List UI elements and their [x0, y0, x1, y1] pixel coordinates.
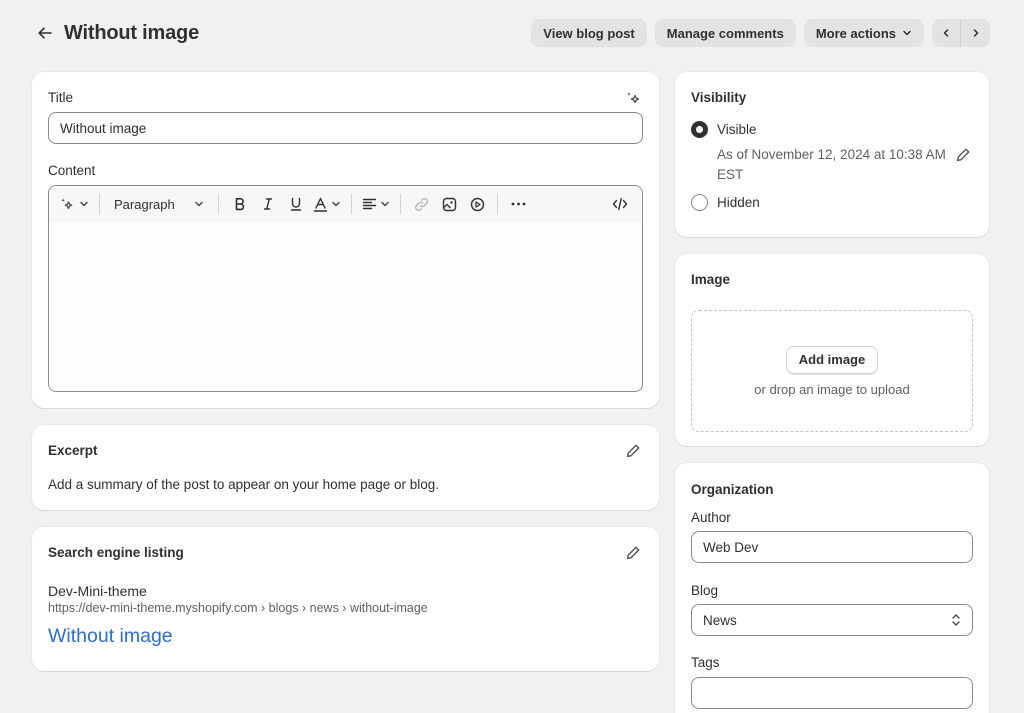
drop-hint: or drop an image to upload — [754, 381, 910, 397]
visible-radio-option[interactable]: Visible — [691, 121, 757, 138]
blog-label: Blog — [691, 583, 719, 598]
visible-radio[interactable] — [691, 121, 708, 138]
title-label: Title — [48, 90, 74, 105]
paragraph-format-select[interactable]: Paragraph — [110, 192, 208, 216]
view-blog-post-button[interactable]: View blog post — [531, 19, 647, 47]
more-options-icon[interactable] — [508, 192, 528, 216]
content-label: Content — [48, 163, 96, 178]
italic-icon[interactable] — [257, 192, 279, 216]
seo-page-title: Without image — [48, 625, 173, 647]
excerpt-title: Excerpt — [48, 443, 98, 458]
toolbar-divider — [400, 194, 401, 214]
pagination — [932, 19, 990, 47]
title-input[interactable]: Without image — [48, 112, 643, 144]
more-actions-button[interactable]: More actions — [803, 19, 924, 47]
content-editor: Paragraph — [48, 185, 643, 392]
paragraph-label: Paragraph — [114, 196, 175, 212]
add-image-button[interactable]: Add image — [785, 345, 879, 374]
seo-site-name: Dev-Mini-theme — [48, 583, 147, 599]
toolbar-divider — [218, 194, 219, 214]
align-left-icon[interactable] — [362, 192, 390, 216]
toolbar-divider — [497, 194, 498, 214]
seo-url: https://dev-mini-theme.myshopify.com › b… — [48, 601, 428, 615]
previous-chevron-icon[interactable] — [932, 19, 961, 47]
tags-input[interactable] — [691, 677, 973, 709]
ai-generate-icon[interactable] — [59, 192, 89, 216]
image-dropzone[interactable]: Add image or drop an image to upload — [691, 310, 973, 432]
edit-pencil-icon[interactable] — [956, 147, 971, 162]
select-arrows-icon — [951, 613, 961, 627]
back-arrow-icon[interactable] — [32, 20, 58, 46]
chevron-down-icon — [195, 201, 203, 207]
title-input-value: Without image — [60, 120, 147, 136]
image-icon[interactable] — [439, 192, 459, 216]
toolbar-divider — [99, 194, 100, 214]
hidden-label: Hidden — [717, 195, 760, 210]
image-card: Image Add image or drop an image to uplo… — [675, 254, 989, 446]
next-chevron-icon[interactable] — [961, 19, 990, 47]
title-content-card: Title Without image Content Paragraph — [32, 72, 659, 408]
editor-body[interactable] — [49, 222, 642, 391]
hidden-radio[interactable] — [691, 194, 708, 211]
visible-label: Visible — [717, 122, 757, 137]
excerpt-card: Excerpt Add a summary of the post to app… — [32, 425, 659, 510]
manage-comments-button[interactable]: Manage comments — [654, 19, 796, 47]
visible-date: As of November 12, 2024 at 10:38 AM EST — [717, 147, 946, 182]
page-title: Without image — [64, 21, 199, 44]
header-actions: View blog post Manage comments More acti… — [531, 19, 990, 47]
seo-card: Search engine listing Dev-Mini-theme htt… — [32, 527, 659, 671]
editor-toolbar: Paragraph — [49, 186, 642, 222]
blog-value: News — [703, 612, 737, 628]
organization-card: Organization Author Web Dev Blog News Ta… — [675, 463, 989, 713]
author-value: Web Dev — [703, 539, 759, 555]
magic-sparkle-icon[interactable] — [625, 90, 641, 106]
hidden-radio-option[interactable]: Hidden — [691, 194, 760, 211]
author-label: Author — [691, 510, 731, 525]
page-header: Without image View blog post Manage comm… — [32, 18, 990, 48]
chevron-down-icon — [902, 28, 912, 38]
link-icon[interactable] — [411, 192, 431, 216]
organization-title: Organization — [691, 482, 774, 497]
underline-icon[interactable] — [285, 192, 307, 216]
text-color-icon[interactable] — [313, 192, 341, 216]
toolbar-divider — [351, 194, 352, 214]
code-view-icon[interactable] — [610, 192, 630, 216]
video-icon[interactable] — [467, 192, 487, 216]
image-title: Image — [691, 272, 731, 287]
more-actions-label: More actions — [815, 25, 896, 41]
tags-label: Tags — [691, 655, 720, 670]
excerpt-description: Add a summary of the post to appear on y… — [48, 477, 439, 492]
seo-title: Search engine listing — [48, 545, 184, 560]
edit-pencil-icon[interactable] — [626, 443, 641, 458]
bold-icon[interactable] — [229, 192, 251, 216]
visibility-title: Visibility — [691, 90, 747, 105]
author-input[interactable]: Web Dev — [691, 531, 973, 563]
edit-pencil-icon[interactable] — [626, 545, 641, 560]
visibility-card: Visibility Visible As of November 12, 20… — [675, 72, 989, 237]
blog-select[interactable]: News — [691, 604, 973, 636]
